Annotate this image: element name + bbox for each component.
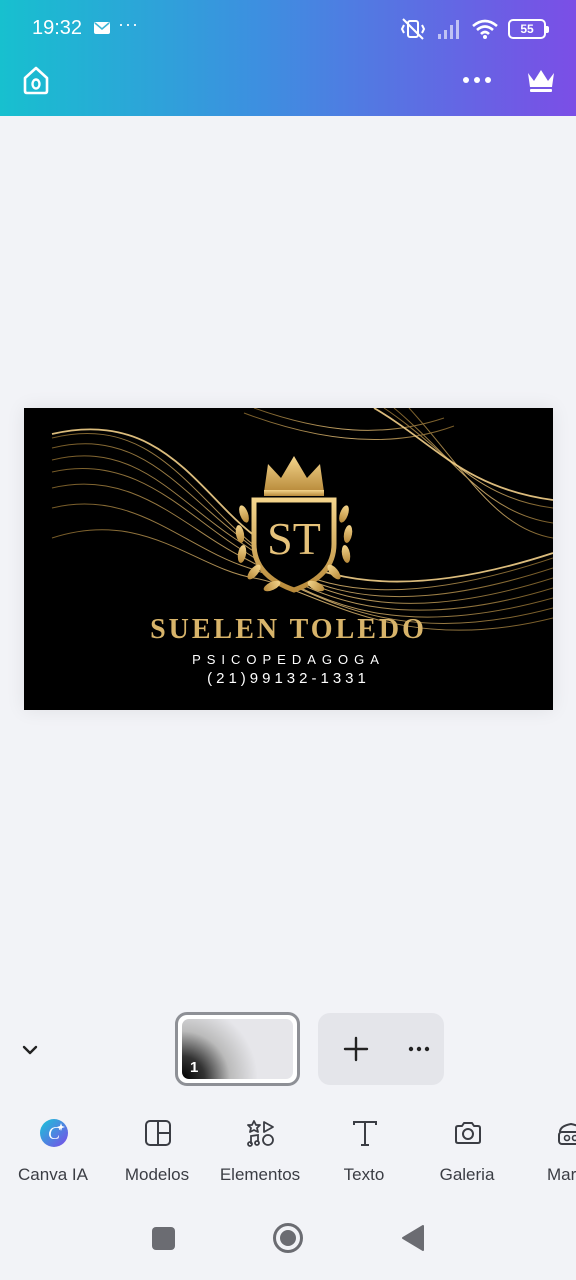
- tool-label: Texto: [343, 1165, 385, 1184]
- tool-label: Galeria: [439, 1165, 495, 1184]
- tool-label: Elementos: [219, 1165, 301, 1184]
- card-phone-text[interactable]: (21)99132-1331: [24, 670, 553, 687]
- home-circle-icon[interactable]: [272, 1222, 304, 1254]
- status-time: 19:32: [32, 17, 83, 39]
- page-thumbnail[interactable]: 1: [175, 1012, 300, 1086]
- battery-icon: 55: [508, 19, 549, 39]
- brand-icon: [558, 1122, 576, 1145]
- vibrate-icon: [400, 18, 426, 40]
- card-name-text[interactable]: SUELEN TOLEDO: [24, 614, 553, 646]
- recent-apps-icon[interactable]: [152, 1227, 175, 1250]
- chevron-down-icon[interactable]: [18, 1038, 42, 1062]
- notification-more-icon: ···: [118, 14, 139, 34]
- tool-texto[interactable]: Texto: [312, 1108, 416, 1194]
- battery-level: 55: [520, 22, 534, 36]
- business-card-design[interactable]: ST SUELEN TOLEDO PSICOPEDAGOGA (21)99132…: [24, 408, 553, 710]
- svg-text:C: C: [48, 1123, 61, 1143]
- st-crest-logo: ST: [235, 456, 353, 593]
- status-bar: 19:32 ··· 55: [0, 0, 576, 58]
- text-icon: [353, 1121, 377, 1146]
- crown-icon[interactable]: [524, 64, 558, 96]
- elements-icon: [247, 1120, 274, 1147]
- tool-modelos[interactable]: Modelos: [105, 1108, 209, 1194]
- status-indicators: 55: [400, 16, 549, 42]
- tool-label: Canva IA: [18, 1165, 88, 1184]
- mail-icon: [94, 22, 110, 34]
- tool-marca[interactable]: Mar: [518, 1108, 576, 1194]
- more-horizontal-icon[interactable]: [406, 1037, 432, 1061]
- tool-label: Modelos: [124, 1165, 190, 1184]
- page-number: 1: [190, 1059, 199, 1076]
- tool-canva-ia[interactable]: C Canva IA: [1, 1108, 105, 1194]
- canva-ai-icon: C: [40, 1119, 68, 1147]
- camera-icon: [455, 1122, 481, 1144]
- signal-icon: [438, 20, 459, 39]
- system-navigation-bar: [0, 1200, 576, 1280]
- editor-toolbar: C Canva IA Modelos Elementos Texto Galer…: [0, 1108, 576, 1194]
- tool-galeria[interactable]: Galeria: [415, 1108, 519, 1194]
- card-role-text[interactable]: PSICOPEDAGOGA: [24, 652, 553, 667]
- app-header: 19:32 ··· 55: [0, 0, 576, 116]
- home-icon[interactable]: [20, 64, 52, 96]
- more-horizontal-icon[interactable]: [458, 64, 496, 96]
- templates-icon: [145, 1120, 171, 1146]
- tool-elementos[interactable]: Elementos: [208, 1108, 312, 1194]
- back-triangle-icon[interactable]: [401, 1224, 425, 1252]
- svg-text:ST: ST: [267, 513, 321, 564]
- plus-icon[interactable]: [342, 1035, 370, 1063]
- wifi-icon: [472, 19, 498, 39]
- tool-label: Mar: [547, 1165, 576, 1184]
- page-thumbnail-preview: 1: [182, 1019, 293, 1079]
- page-actions: [318, 1013, 444, 1085]
